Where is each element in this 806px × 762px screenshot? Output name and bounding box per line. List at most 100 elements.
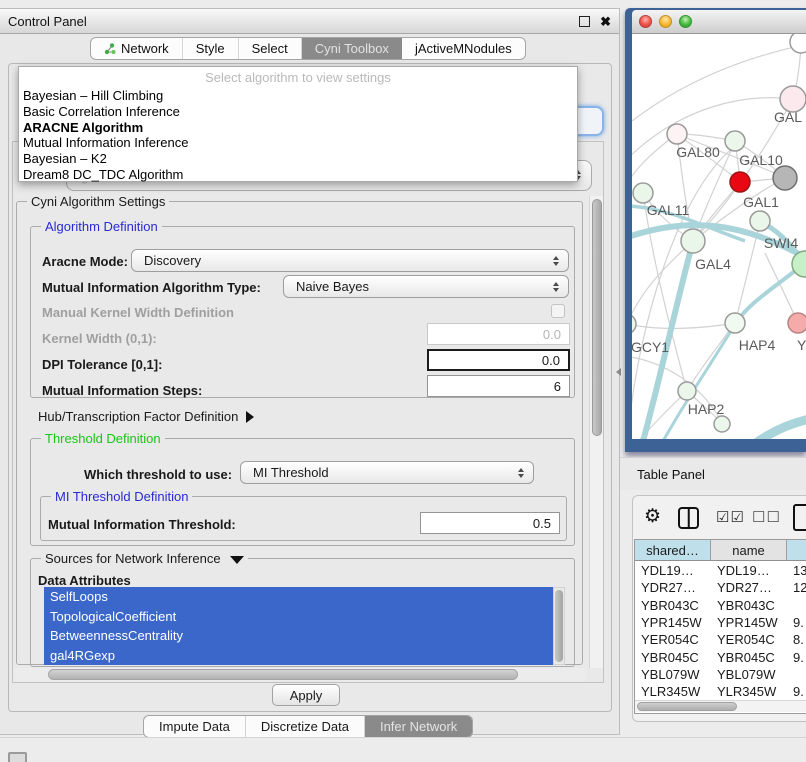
node-gal1[interactable] bbox=[730, 172, 750, 192]
select-all-checkboxes-icon[interactable]: ☑☑ bbox=[716, 508, 745, 526]
vertical-scrollbar[interactable] bbox=[589, 196, 603, 668]
sources-title[interactable]: Sources for Network Inference bbox=[41, 551, 248, 566]
aracne-mode-combobox[interactable]: Discovery bbox=[131, 249, 569, 272]
node[interactable] bbox=[714, 416, 730, 432]
table-row[interactable]: YDL19… YDL19… 13 bbox=[635, 562, 806, 579]
node-gray[interactable] bbox=[773, 166, 797, 190]
chevron-down-icon bbox=[230, 556, 244, 564]
close-traffic-light-icon[interactable] bbox=[639, 15, 652, 28]
node-label: GAL10 bbox=[739, 152, 783, 168]
node-swi4[interactable] bbox=[750, 211, 770, 231]
tab-cyni-toolbox-label: Cyni Toolbox bbox=[315, 41, 389, 56]
tab-select-label: Select bbox=[252, 41, 288, 56]
docked-panel-icon[interactable] bbox=[8, 752, 27, 762]
column-header-shared-name[interactable]: shared… bbox=[635, 540, 711, 560]
tab-infer-network[interactable]: Infer Network bbox=[365, 716, 472, 737]
node-hap2[interactable] bbox=[678, 382, 696, 400]
column-header-partial[interactable] bbox=[787, 540, 806, 560]
which-threshold-combobox[interactable]: MI Threshold bbox=[240, 461, 534, 484]
tab-discretize-data[interactable]: Discretize Data bbox=[246, 716, 365, 737]
which-threshold-value: MI Threshold bbox=[253, 465, 329, 480]
aracne-mode-value: Discovery bbox=[144, 253, 201, 268]
tab-network[interactable]: Network bbox=[91, 38, 183, 59]
tab-impute-data[interactable]: Impute Data bbox=[144, 716, 246, 737]
page-icon[interactable] bbox=[793, 504, 806, 531]
list-item[interactable]: SelfLoops bbox=[44, 587, 553, 607]
mi-threshold-field[interactable]: 0.5 bbox=[420, 512, 560, 534]
node[interactable] bbox=[790, 34, 806, 53]
node-pink[interactable] bbox=[788, 313, 806, 333]
network-canvas[interactable]: GAL GAL80 GAL10 GAL1 SWI4 GAL11 GAL4 GCY… bbox=[632, 34, 806, 439]
apply-button[interactable]: Apply bbox=[272, 684, 340, 706]
list-item[interactable]: TopologicalCoefficient bbox=[44, 607, 553, 627]
tab-jactivemnodules-label: jActiveMNodules bbox=[415, 41, 512, 56]
mi-threshold-label: Mutual Information Threshold: bbox=[48, 517, 236, 532]
dpi-tolerance-field[interactable]: 0.0 bbox=[427, 349, 570, 371]
gear-icon[interactable]: ⚙ bbox=[644, 505, 661, 528]
node-gal80[interactable] bbox=[667, 124, 687, 144]
node-hap4[interactable] bbox=[725, 313, 745, 333]
algorithm-option[interactable]: Bayesian – Hill Climbing bbox=[19, 88, 577, 104]
cyni-algorithm-settings-title: Cyni Algorithm Settings bbox=[27, 194, 169, 209]
network-view-window: GAL GAL80 GAL10 GAL1 SWI4 GAL11 GAL4 GCY… bbox=[625, 8, 806, 452]
algorithm-option[interactable]: Mutual Information Inference bbox=[19, 135, 577, 151]
tab-style[interactable]: Style bbox=[183, 38, 239, 59]
horizontal-scrollbar[interactable] bbox=[14, 668, 586, 681]
manual-kernel-label: Manual Kernel Width Definition bbox=[42, 305, 234, 320]
table-row[interactable]: YBL079W YBL079W bbox=[635, 666, 806, 683]
control-panel-titlebar: Control Panel ✖ bbox=[0, 9, 619, 34]
node-table: shared… name YDL19… YDL19… 13 YDR27… YDR… bbox=[634, 539, 806, 714]
node-label: GAL bbox=[774, 109, 802, 125]
tab-jactivemnodules[interactable]: jActiveMNodules bbox=[402, 38, 525, 59]
mi-threshold-title: MI Threshold Definition bbox=[51, 489, 192, 504]
tab-select[interactable]: Select bbox=[239, 38, 302, 59]
control-panel-title: Control Panel bbox=[8, 14, 87, 29]
tab-style-label: Style bbox=[196, 41, 225, 56]
columns-icon[interactable] bbox=[678, 507, 699, 529]
screen: Control Panel ✖ Network bbox=[0, 0, 806, 762]
splitter-handle-icon[interactable] bbox=[616, 368, 621, 376]
node-label: SWI4 bbox=[764, 235, 798, 251]
list-item[interactable]: gal4RGexp bbox=[44, 646, 553, 666]
table-panel-title: Table Panel bbox=[637, 467, 705, 482]
zoom-traffic-light-icon[interactable] bbox=[679, 15, 692, 28]
algorithm-definition-title: Algorithm Definition bbox=[41, 219, 162, 234]
node-gal11[interactable] bbox=[633, 183, 653, 203]
chevron-right-icon bbox=[246, 411, 254, 423]
float-window-icon[interactable] bbox=[579, 16, 590, 27]
deselect-all-checkboxes-icon[interactable]: ☐☐ bbox=[752, 508, 781, 526]
bottom-divider bbox=[0, 737, 806, 738]
node-gal10[interactable] bbox=[725, 131, 745, 151]
algorithm-option[interactable]: Bayesian – K2 bbox=[19, 151, 577, 167]
mi-steps-field[interactable]: 6 bbox=[427, 375, 570, 397]
table-row[interactable]: YBR045C YBR045C 9. bbox=[635, 648, 806, 665]
mi-type-combobox[interactable]: Naive Bayes bbox=[283, 275, 569, 298]
network-graph: GAL GAL80 GAL10 GAL1 SWI4 GAL11 GAL4 GCY… bbox=[632, 34, 806, 439]
node-label: Y bbox=[797, 337, 806, 353]
list-item[interactable]: BetweennessCentrality bbox=[44, 626, 553, 646]
table-horizontal-scrollbar[interactable] bbox=[635, 700, 806, 712]
mi-type-value: Naive Bayes bbox=[296, 279, 369, 294]
table-row[interactable]: YDR27… YDR27… 12 bbox=[635, 579, 806, 596]
column-header-name[interactable]: name bbox=[711, 540, 787, 560]
kernel-width-label: Kernel Width (0,1): bbox=[42, 331, 157, 346]
control-panel-window: Control Panel ✖ Network bbox=[0, 8, 620, 735]
algorithm-placeholder: Select algorithm to view settings bbox=[19, 67, 577, 88]
kernel-width-field[interactable]: 0.0 bbox=[427, 323, 570, 345]
algorithm-option-selected[interactable]: ARACNE Algorithm bbox=[19, 119, 577, 135]
mi-steps-label: Mutual Information Steps: bbox=[42, 383, 202, 398]
hub-factor-expander[interactable]: Hub/Transcription Factor Definition bbox=[38, 409, 254, 424]
close-icon[interactable]: ✖ bbox=[600, 16, 611, 27]
list-scrollbar[interactable] bbox=[553, 587, 565, 665]
table-row[interactable]: YLR345W YLR345W 9. bbox=[635, 683, 806, 700]
minimize-traffic-light-icon[interactable] bbox=[659, 15, 672, 28]
algorithm-option[interactable]: Basic Correlation Inference bbox=[19, 104, 577, 120]
node-gal4[interactable] bbox=[681, 229, 705, 253]
table-row[interactable]: YER054C YER054C 8. bbox=[635, 631, 806, 648]
tab-cyni-toolbox[interactable]: Cyni Toolbox bbox=[302, 38, 402, 59]
algorithm-option[interactable]: Dream8 DC_TDC Algorithm bbox=[19, 166, 577, 182]
table-row[interactable]: YPR145W YPR145W 9. bbox=[635, 614, 806, 631]
manual-kernel-checkbox[interactable] bbox=[551, 304, 565, 318]
node-gcy1[interactable] bbox=[632, 314, 636, 334]
table-row[interactable]: YBR043C YBR043C bbox=[635, 597, 806, 614]
